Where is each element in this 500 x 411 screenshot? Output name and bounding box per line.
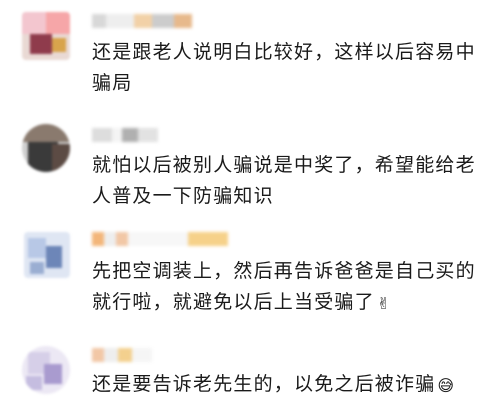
comment-line-text: 还是要告诉老先生的，以免之后被诈骗 — [92, 373, 436, 395]
username-blurred[interactable] — [92, 348, 152, 362]
comment-line: 还是要告诉老先生的，以免之后被诈骗 😅 — [92, 369, 492, 401]
sweat-smile-emoji-icon: 😅 — [437, 376, 456, 395]
avatar-image — [22, 346, 70, 394]
avatar-image — [22, 124, 70, 172]
comment-line: 先把空调装上，然后再告诉爸爸是自己买的 — [92, 260, 476, 282]
comment-line: 骗局 — [92, 72, 133, 94]
comment-item: 就怕以后被别人骗说是中奖了，希望能给老 人普及一下防骗知识 — [0, 112, 500, 222]
comment-text: 先把空调装上，然后再告诉爸爸是自己买的 就行啦，就避免以后上当受骗了 ✌ — [92, 256, 492, 319]
avatar[interactable] — [22, 124, 70, 172]
avatar[interactable] — [22, 346, 70, 394]
avatar[interactable] — [22, 12, 70, 60]
username-blurred[interactable] — [92, 232, 228, 246]
comment-feed: 还是跟老人说明白比较好，这样以后容易中 骗局 就怕以后被别人骗说是中奖了，希望能… — [0, 0, 500, 411]
username-blurred[interactable] — [92, 14, 192, 28]
comment-line-text: 就行啦，就避免以后上当受骗了 — [92, 291, 375, 313]
comment-line: 人普及一下防骗知识 — [92, 185, 274, 207]
username-blurred[interactable] — [92, 128, 158, 142]
comment-text: 还是跟老人说明白比较好，这样以后容易中 骗局 — [92, 37, 492, 99]
comment-text: 就怕以后被别人骗说是中奖了，希望能给老 人普及一下防骗知识 — [92, 150, 492, 212]
avatar-image — [22, 12, 70, 60]
comment-item: 还是跟老人说明白比较好，这样以后容易中 骗局 — [0, 0, 500, 108]
comment-item: 先把空调装上，然后再告诉爸爸是自己买的 就行啦，就避免以后上当受骗了 ✌ — [0, 224, 500, 334]
comment-line: 就行啦，就避免以后上当受骗了 ✌ — [92, 287, 492, 319]
victory-hand-emoji-icon: ✌ — [376, 294, 392, 313]
comment-line: 还是跟老人说明白比较好，这样以后容易中 — [92, 41, 476, 63]
avatar-image — [24, 232, 70, 278]
comment-line: 就怕以后被别人骗说是中奖了，希望能给老 — [92, 154, 476, 176]
comment-item: 还是要告诉老先生的，以免之后被诈骗 😅 — [0, 336, 500, 411]
comment-text: 还是要告诉老先生的，以免之后被诈骗 😅 — [92, 369, 492, 401]
avatar[interactable] — [24, 232, 70, 278]
